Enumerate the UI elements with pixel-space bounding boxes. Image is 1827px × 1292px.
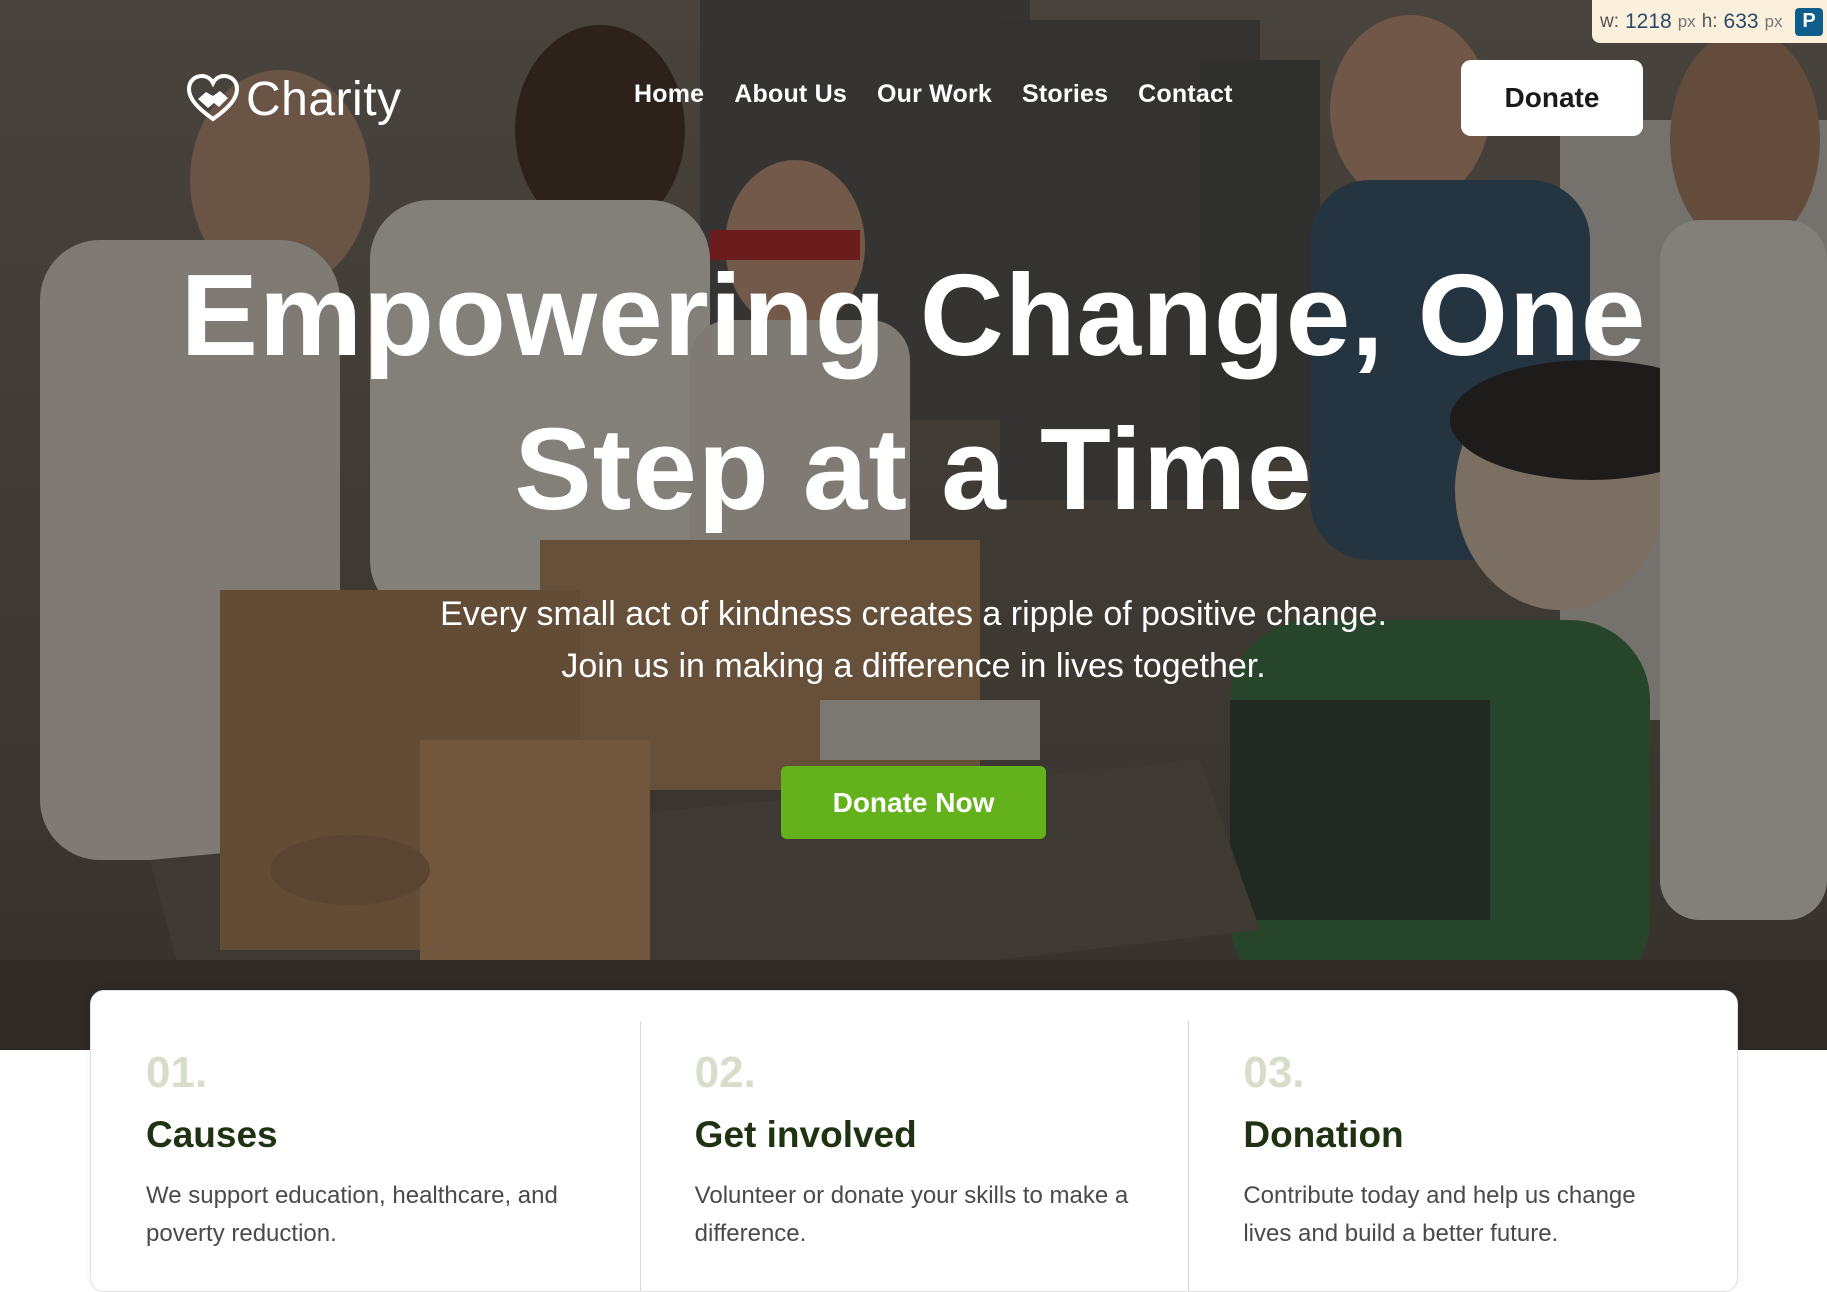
- donate-button[interactable]: Donate: [1461, 60, 1643, 136]
- ruler-width-value: 1218: [1625, 9, 1672, 33]
- features-card: 01. Causes We support education, healthc…: [90, 990, 1738, 1292]
- ruler-width-unit: px: [1677, 11, 1696, 31]
- ruler-height-value: 633: [1723, 9, 1759, 33]
- heart-handshake-icon: [186, 73, 240, 122]
- feature-title: Causes: [146, 1114, 278, 1155]
- feature-description: Contribute today and help us change live…: [1243, 1182, 1636, 1247]
- ruler-height-unit: px: [1764, 11, 1783, 31]
- brand-name: Charity: [246, 72, 402, 126]
- hero-section: Charity Home About Us Our Work Stories C…: [0, 0, 1827, 1050]
- feature-description: Volunteer or donate your skills to make …: [694, 1182, 1129, 1247]
- nav-item-stories[interactable]: Stories: [1022, 80, 1108, 109]
- nav-item-home[interactable]: Home: [634, 80, 704, 109]
- hero-headline: Empowering Change, One Step at a Time: [180, 250, 1647, 534]
- nav-item-about-us[interactable]: About Us: [734, 80, 847, 109]
- ruler-height-label: h:: [1701, 10, 1718, 32]
- nav-item-contact[interactable]: Contact: [1138, 80, 1232, 109]
- feature-get-involved[interactable]: 02. Get involved Volunteer or donate you…: [639, 991, 1189, 1291]
- hero-subtext-line-2: Join us in making a difference in lives …: [561, 647, 1266, 685]
- feature-causes[interactable]: 01. Causes We support education, healthc…: [91, 991, 640, 1291]
- feature-number: 03.: [1243, 1048, 1305, 1097]
- hero-subtext: Every small act of kindness creates a ri…: [200, 588, 1627, 692]
- feature-number: 02.: [694, 1048, 756, 1097]
- main-nav: Home About Us Our Work Stories Contact: [634, 80, 1233, 109]
- ruler-extension-icon[interactable]: P: [1795, 7, 1823, 36]
- hero-subtext-line-1: Every small act of kindness creates a ri…: [440, 595, 1387, 633]
- feature-title: Get involved: [694, 1114, 917, 1155]
- brand-logo[interactable]: Charity: [186, 72, 402, 126]
- feature-number: 01.: [146, 1048, 208, 1097]
- donate-now-button[interactable]: Donate Now: [781, 766, 1046, 839]
- nav-item-our-work[interactable]: Our Work: [877, 80, 992, 109]
- feature-donation[interactable]: 03. Donation Contribute today and help u…: [1188, 991, 1737, 1291]
- feature-description: We support education, healthcare, and po…: [146, 1182, 558, 1247]
- page-ruler-overlay: w: 1218 px h: 633 px P: [1592, 0, 1827, 43]
- ruler-width-label: w:: [1600, 10, 1619, 32]
- feature-title: Donation: [1243, 1114, 1404, 1155]
